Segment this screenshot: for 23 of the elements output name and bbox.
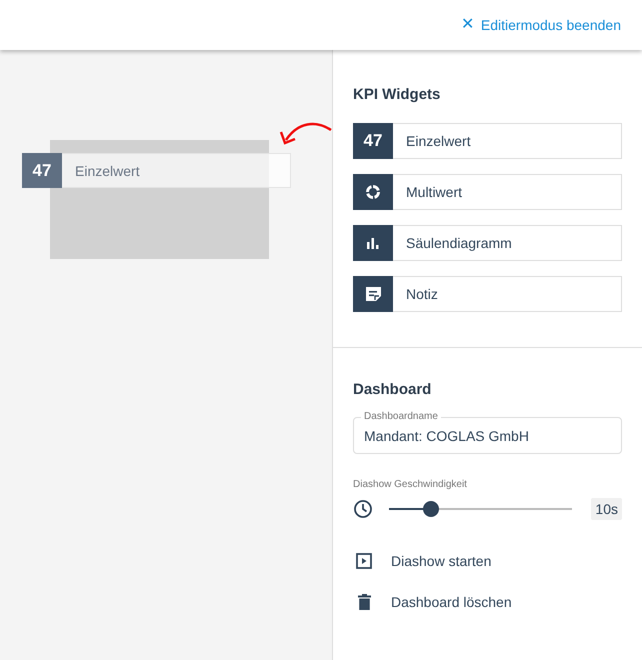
speed-reading: 10s [591, 498, 622, 520]
widget-item[interactable]: 47 Einzelwert [353, 123, 622, 159]
section-title: Dashboard [353, 381, 432, 398]
note-icon [366, 287, 380, 301]
trash-icon [358, 594, 370, 610]
delete-dashboard-button[interactable]: Dashboard löschen [353, 593, 622, 611]
close-icon: ✕ [460, 17, 474, 33]
bar-chart-icon [367, 238, 379, 248]
donut-icon [365, 184, 381, 200]
play-icon [356, 553, 372, 569]
widget-item[interactable]: Notiz [353, 276, 622, 312]
widget-item[interactable]: Säulendiagramm [353, 225, 622, 261]
dashboard-name-field[interactable]: Dashboardname Mandant: COGLAS GmbH [353, 409, 622, 454]
value-badge: 47 [353, 123, 393, 159]
exit-edit-mode-button[interactable]: ✕ Editiermodus beenden [460, 17, 621, 33]
clock-icon [353, 499, 373, 519]
start-slideshow-button[interactable]: Diashow starten [353, 552, 622, 570]
dragged-widget[interactable]: 47 Einzelwert [22, 153, 291, 188]
value-badge: 47 [22, 153, 62, 188]
section-title: KPI Widgets [353, 86, 442, 103]
widget-item[interactable]: Multiwert [353, 174, 622, 210]
slider-thumb[interactable] [423, 501, 440, 517]
slider-label: Diashow Geschwindigkeit [353, 479, 468, 490]
